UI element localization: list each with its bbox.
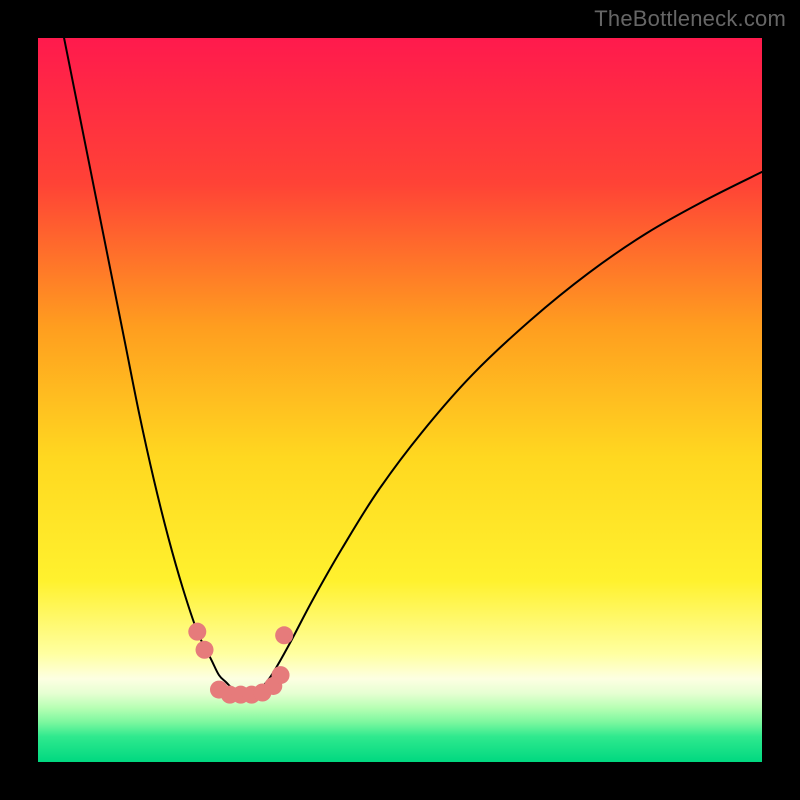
marker-point xyxy=(272,666,290,684)
marker-point xyxy=(196,641,214,659)
plot-svg xyxy=(38,38,762,762)
background-gradient xyxy=(38,38,762,762)
plot-area xyxy=(38,38,762,762)
marker-point xyxy=(188,623,206,641)
watermark-text: TheBottleneck.com xyxy=(594,6,786,32)
marker-point xyxy=(275,626,293,644)
chart-frame: TheBottleneck.com xyxy=(0,0,800,800)
